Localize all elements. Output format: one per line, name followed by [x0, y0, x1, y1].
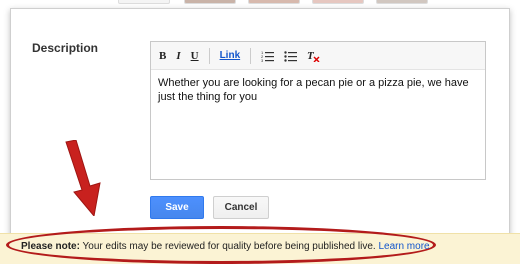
insert-link-button[interactable]: Link — [220, 48, 241, 64]
thumbnail[interactable] — [184, 0, 236, 4]
italic-button[interactable]: I — [176, 48, 180, 64]
notice-message: Your edits may be reviewed for quality b… — [82, 241, 376, 252]
learn-more-link[interactable]: Learn more — [378, 241, 429, 252]
thumbnail[interactable] — [118, 0, 170, 4]
notice-strong: Please note: — [21, 241, 80, 252]
bulleted-list-button[interactable] — [284, 48, 298, 64]
numbered-list-icon: 1 2 3 — [261, 50, 275, 62]
svg-text:T: T — [307, 50, 315, 62]
thumbnail-strip — [0, 0, 520, 6]
remove-formatting-button[interactable]: T — [307, 48, 320, 64]
toolbar-divider — [250, 47, 252, 64]
underline-button[interactable]: U — [191, 48, 199, 64]
toolbar-divider — [208, 47, 210, 64]
notice-text: Please note: Your edits may be reviewed … — [21, 241, 430, 252]
numbered-list-button[interactable]: 1 2 3 — [261, 48, 275, 64]
red-arrow-annotation — [65, 140, 101, 216]
svg-text:3: 3 — [261, 58, 264, 62]
bulleted-list-icon — [284, 50, 298, 62]
bold-button[interactable]: B — [159, 48, 166, 64]
editor-toolbar: B I U Link 1 2 3 T — [151, 42, 485, 70]
rich-text-editor[interactable]: B I U Link 1 2 3 T Whether you are looki… — [150, 41, 486, 180]
save-button[interactable]: Save — [150, 196, 204, 219]
description-label: Description — [32, 41, 99, 55]
clear-formatting-icon: T — [307, 50, 320, 62]
description-text[interactable]: Whether you are looking for a pecan pie … — [151, 70, 485, 110]
thumbnail[interactable] — [312, 0, 364, 4]
cancel-button[interactable]: Cancel — [213, 196, 269, 219]
thumbnail[interactable] — [248, 0, 300, 4]
thumbnail[interactable] — [376, 0, 428, 4]
